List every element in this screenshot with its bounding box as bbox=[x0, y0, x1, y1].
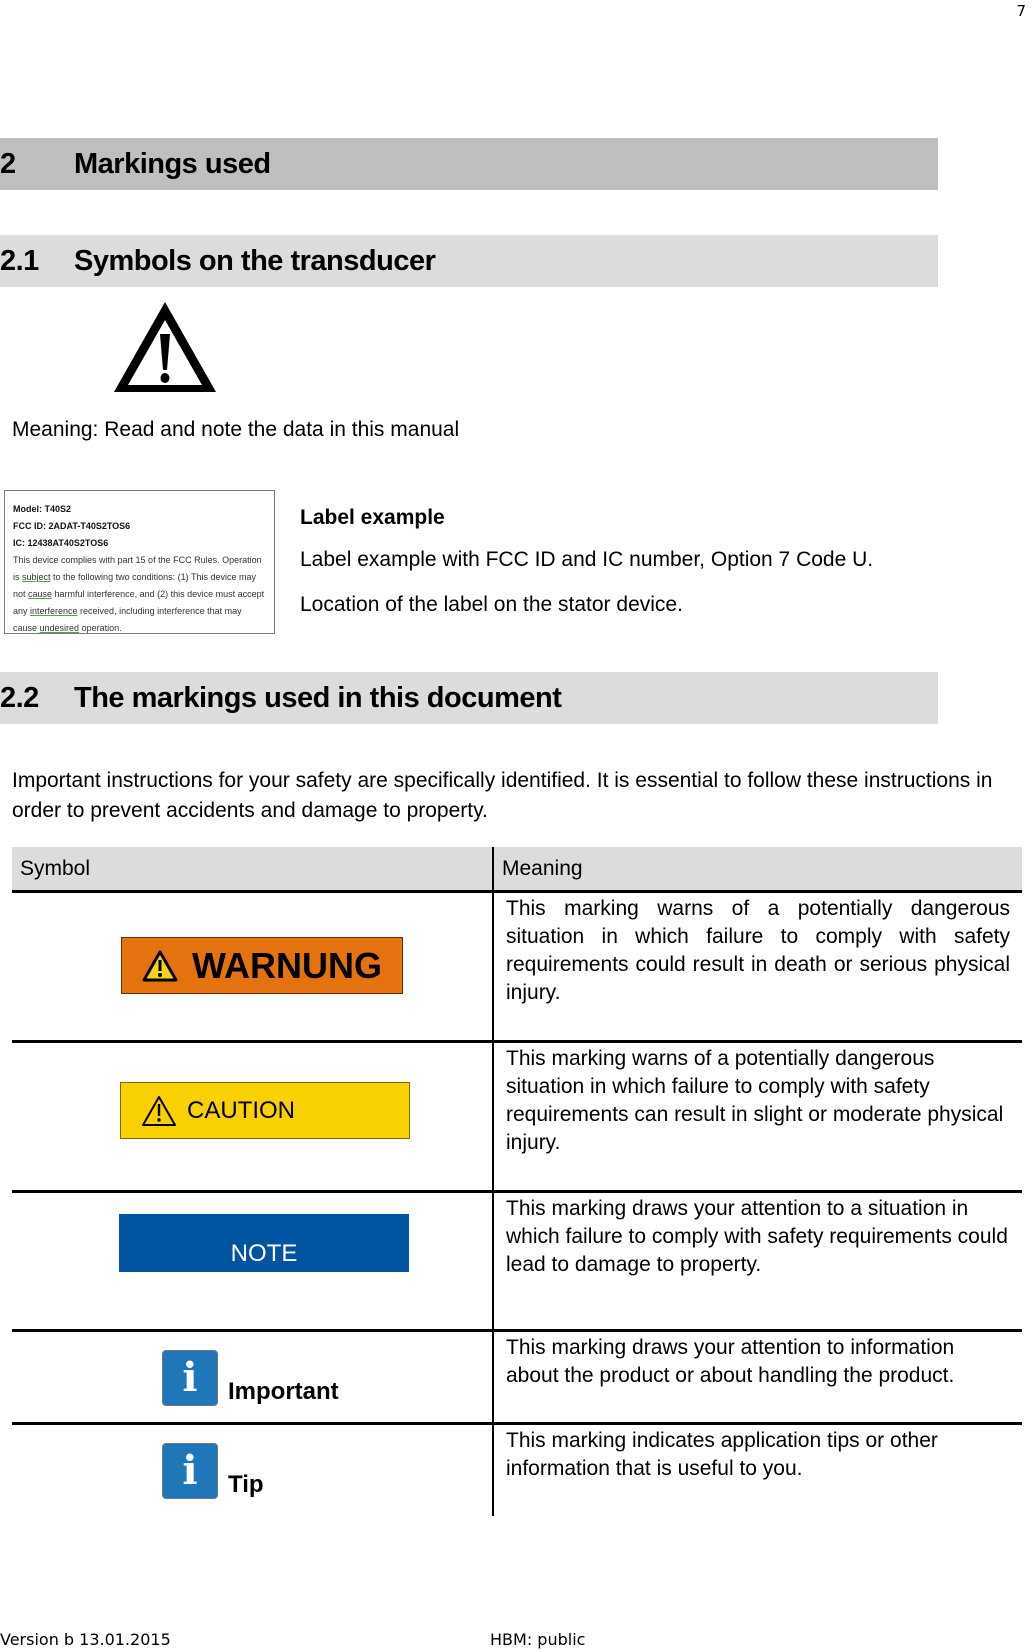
label-example-title: Label example bbox=[300, 506, 445, 529]
table-row: i Important This marking draws your atte… bbox=[12, 1330, 1022, 1425]
footer-version: Version b 13.01.2015 bbox=[0, 1630, 171, 1649]
compliance-word: cause bbox=[28, 589, 53, 599]
compliance-word: subject bbox=[22, 572, 51, 582]
symbol-meaning: Meaning: Read and note the data in this … bbox=[12, 418, 460, 441]
important-label: Important bbox=[228, 1378, 339, 1405]
column-header-meaning: Meaning bbox=[493, 847, 1022, 893]
warnung-label: WARNUNG bbox=[192, 944, 382, 986]
warning-triangle-icon bbox=[142, 950, 178, 981]
section-heading-2-2: 2.2 The markings used in this document bbox=[0, 672, 938, 724]
label-model: Model: T40S2 bbox=[13, 504, 72, 514]
table-header-row: Symbol Meaning bbox=[12, 847, 1022, 893]
label-location-desc: Location of the label on the stator devi… bbox=[300, 593, 683, 616]
important-marker: i Important bbox=[162, 1350, 339, 1406]
table-row: WARNUNG This marking warns of a potentia… bbox=[12, 891, 1022, 1043]
caution-sign: CAUTION bbox=[120, 1082, 410, 1139]
table-row: CAUTION This marking warns of a potentia… bbox=[12, 1041, 1022, 1193]
meaning-cell: This marking draws your attention to inf… bbox=[493, 1330, 1022, 1425]
info-icon: i bbox=[162, 1350, 218, 1406]
page-number: 7 bbox=[1016, 2, 1026, 20]
footer-classification: HBM: public bbox=[490, 1630, 586, 1649]
safety-intro: Important instructions for your safety a… bbox=[12, 769, 993, 822]
compliance-part: operation. bbox=[79, 623, 122, 633]
meaning-cell: This marking indicates application tips … bbox=[506, 1429, 938, 1480]
markings-table: Symbol Meaning WARNUNG This marking warn… bbox=[12, 847, 1022, 1516]
tip-marker: i Tip bbox=[162, 1443, 264, 1499]
section-heading-2-1: 2.1 Symbols on the transducer bbox=[0, 235, 938, 287]
caution-label: CAUTION bbox=[187, 1096, 295, 1124]
column-header-symbol: Symbol bbox=[12, 847, 494, 893]
warnung-sign: WARNUNG bbox=[121, 937, 403, 994]
symbol-cell: WARNUNG bbox=[12, 891, 494, 1043]
section-title: The markings used in this document bbox=[74, 681, 562, 714]
symbol-cell: i Important bbox=[12, 1330, 494, 1425]
symbol-cell: CAUTION bbox=[12, 1041, 494, 1193]
symbol-cell: NOTE bbox=[12, 1191, 494, 1332]
section-title: Symbols on the transducer bbox=[74, 244, 436, 277]
label-example-image: Model: T40S2 FCC ID: 2ADAT-T40S2TOS6 IC:… bbox=[4, 490, 275, 634]
label-example-desc: Label example with FCC ID and IC number,… bbox=[300, 548, 874, 571]
compliance-word: interference bbox=[30, 606, 78, 616]
table-row: i Tip This marking indicates application… bbox=[12, 1423, 1022, 1516]
tip-label: Tip bbox=[228, 1471, 264, 1498]
compliance-word: undesired bbox=[39, 623, 80, 633]
warning-triangle-icon bbox=[142, 1095, 176, 1126]
section-number: 2.1 bbox=[0, 244, 39, 277]
section-number: 2.2 bbox=[0, 681, 39, 714]
chapter-number: 2 bbox=[0, 147, 16, 180]
label-fcc-id: FCC ID: 2ADAT-T40S2TOS6 bbox=[13, 521, 131, 531]
meaning-cell: This marking warns of a potentially dang… bbox=[493, 1041, 1022, 1193]
meaning-cell: This marking warns of a potentially dang… bbox=[493, 891, 1022, 1043]
meaning-cell: This marking draws your attention to a s… bbox=[493, 1191, 1022, 1332]
table-row: NOTE This marking draws your attention t… bbox=[12, 1191, 1022, 1332]
note-sign: NOTE bbox=[119, 1214, 409, 1272]
label-ic: IC: 12438AT40S2TOS6 bbox=[13, 538, 109, 548]
label-compliance-text: This device complies with part 15 of the… bbox=[13, 552, 266, 637]
warning-triangle-icon bbox=[114, 302, 216, 392]
chapter-heading: 2 Markings used bbox=[0, 138, 938, 190]
note-label: NOTE bbox=[230, 1240, 298, 1267]
info-icon: i bbox=[162, 1443, 218, 1499]
chapter-title: Markings used bbox=[74, 147, 271, 180]
symbol-cell: i Tip bbox=[12, 1423, 494, 1516]
